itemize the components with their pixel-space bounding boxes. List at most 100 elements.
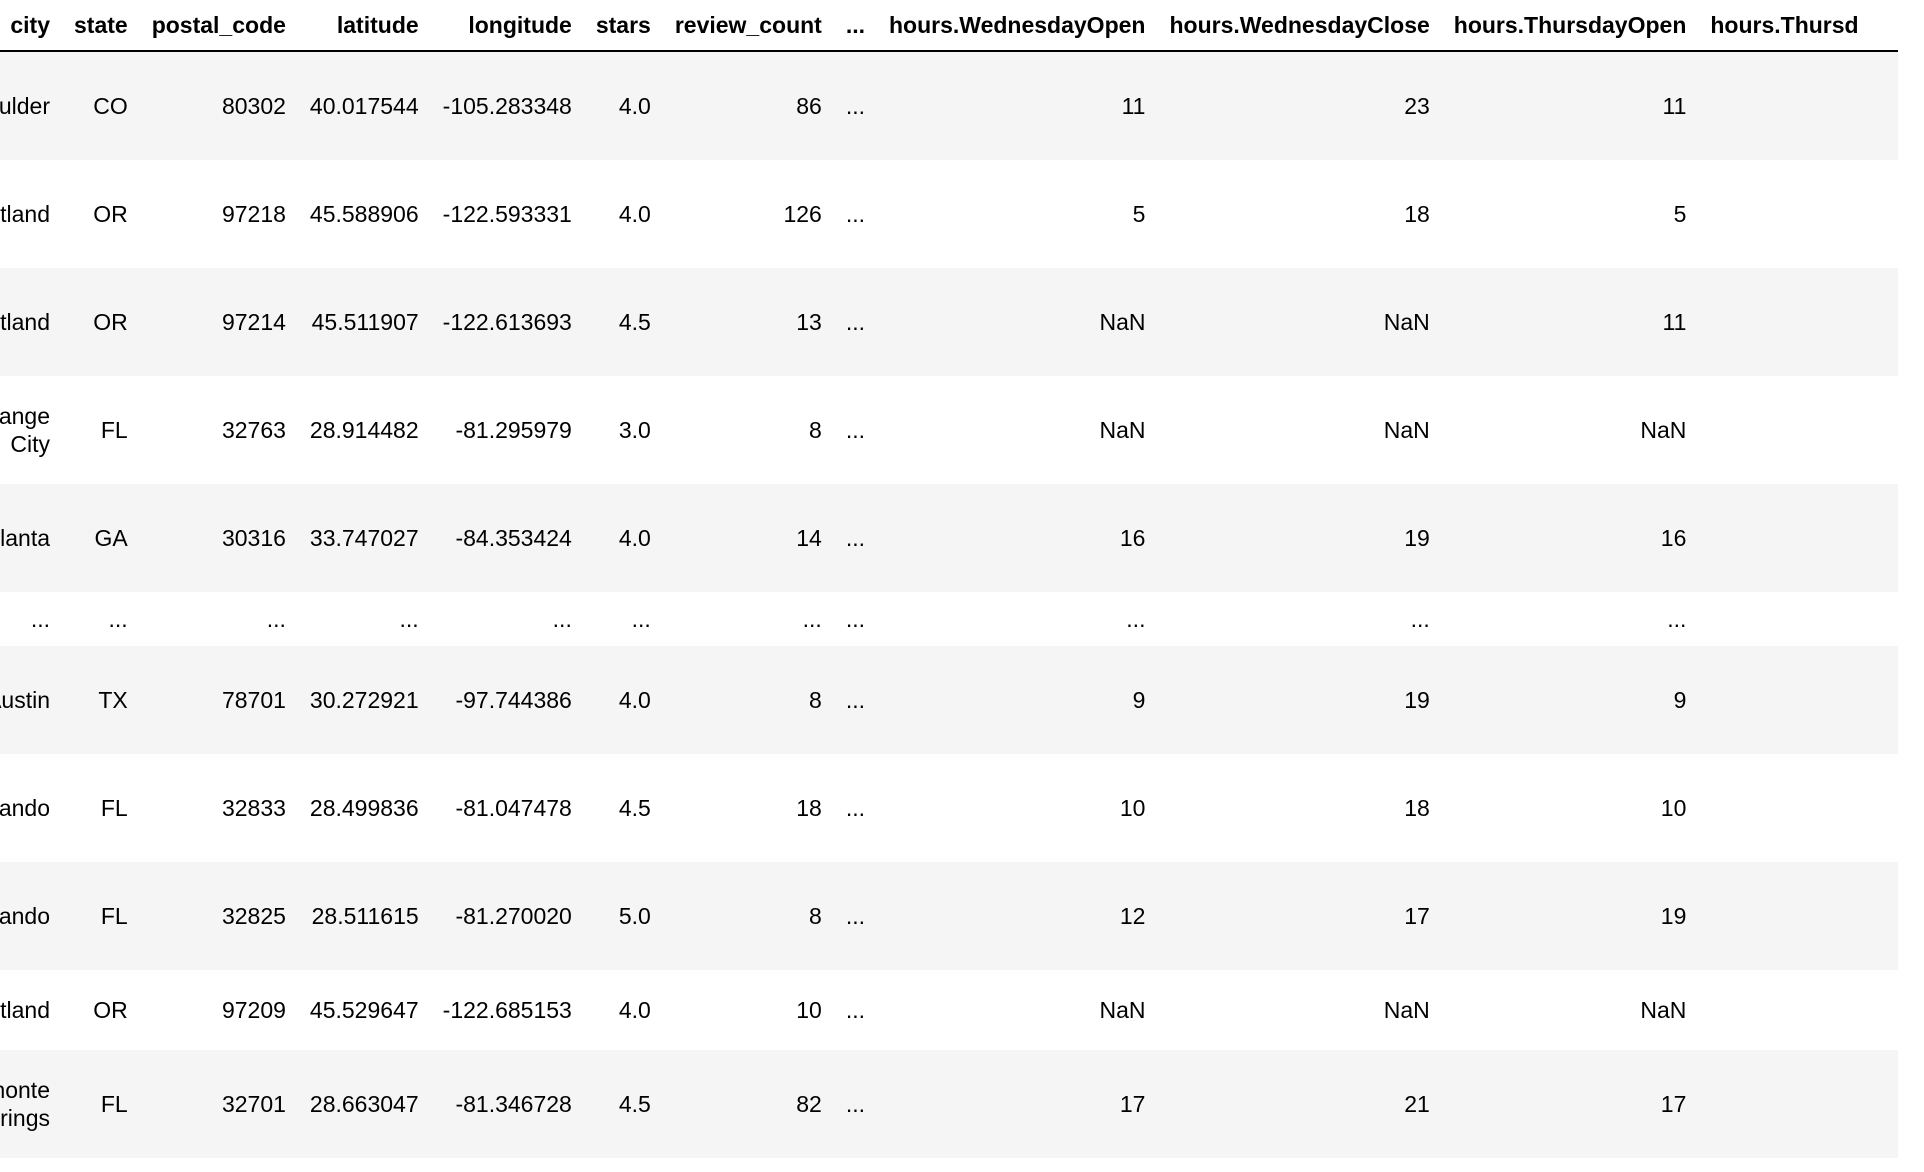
- table-row: rlando FL 32825 28.511615 -81.270020 5.0…: [0, 862, 1899, 970]
- cell-city: rtland: [0, 309, 50, 335]
- cell-longitude: -122.593331: [442, 201, 572, 227]
- cell-ellipsis: ...: [845, 525, 865, 551]
- cell-wednesday-open: 10: [1119, 795, 1146, 821]
- cell-ellipsis: ...: [845, 997, 865, 1023]
- cell-wednesday-close: NaN: [1383, 417, 1430, 443]
- table-row: monte prings FL 32701 28.663047 -81.3467…: [0, 1050, 1899, 1158]
- cell-state: TX: [98, 687, 128, 713]
- column-header-city: city: [0, 0, 62, 52]
- cell-postal-code: 97209: [221, 997, 286, 1023]
- cell-thursday-open: NaN: [1640, 997, 1687, 1023]
- cell-thursday-close: [1698, 268, 1898, 376]
- cell-latitude: 45.588906: [309, 201, 419, 227]
- cell-wednesday-open: ...: [1126, 606, 1146, 632]
- cell-postal-code: 78701: [221, 687, 286, 713]
- cell-thursday-open: 9: [1673, 687, 1687, 713]
- column-header-ellipsis: ...: [833, 0, 877, 52]
- table-row: tlanta GA 30316 33.747027 -84.353424 4.0…: [0, 484, 1899, 592]
- cell-ellipsis: ...: [845, 417, 865, 443]
- dataframe-table: city state postal_code latitude longitud…: [0, 0, 1899, 1158]
- cell-wednesday-open: NaN: [1099, 417, 1146, 443]
- dataframe-viewport[interactable]: city state postal_code latitude longitud…: [0, 0, 1924, 1172]
- column-header-review-count: review_count: [662, 0, 834, 52]
- cell-postal-code: 97218: [221, 201, 286, 227]
- cell-review-count: ...: [802, 606, 822, 632]
- cell-longitude: -97.744386: [455, 687, 572, 713]
- table-row: rtland OR 97214 45.511907 -122.613693 4.…: [0, 268, 1899, 376]
- cell-longitude: ...: [552, 606, 572, 632]
- cell-review-count: 8: [809, 687, 822, 713]
- cell-ellipsis: ...: [845, 93, 865, 119]
- cell-latitude: 30.272921: [309, 687, 419, 713]
- cell-latitude: 28.663047: [309, 1091, 419, 1117]
- table-header: city state postal_code latitude longitud…: [0, 0, 1899, 52]
- cell-state: FL: [100, 903, 128, 929]
- cell-state: FL: [100, 795, 128, 821]
- cell-ellipsis: ...: [845, 687, 865, 713]
- cell-stars: ...: [631, 606, 651, 632]
- cell-wednesday-close: 18: [1404, 795, 1430, 821]
- cell-postal-code: 80302: [221, 93, 286, 119]
- header-row: city state postal_code latitude longitud…: [0, 0, 1899, 52]
- table-body: oulder CO 80302 40.017544 -105.283348 4.…: [0, 51, 1899, 1158]
- cell-stars: 4.0: [618, 201, 651, 227]
- cell-review-count: 18: [796, 795, 822, 821]
- cell-ellipsis: ...: [845, 1091, 865, 1117]
- cell-ellipsis: ...: [845, 201, 865, 227]
- cell-thursday-open: NaN: [1640, 417, 1687, 443]
- cell-city: rlando: [0, 903, 50, 929]
- cell-latitude: 28.499836: [309, 795, 419, 821]
- cell-thursday-close: [1698, 862, 1898, 970]
- cell-state: OR: [93, 201, 128, 227]
- column-header-latitude: latitude: [297, 0, 431, 52]
- cell-wednesday-close: 17: [1404, 903, 1430, 929]
- column-header-thursday-open: hours.ThursdayOpen: [1441, 0, 1699, 52]
- cell-wednesday-open: 12: [1119, 903, 1146, 929]
- column-header-longitude: longitude: [430, 0, 584, 52]
- cell-city: rlando: [0, 795, 50, 821]
- cell-longitude: -84.353424: [455, 525, 572, 551]
- cell-stars: 4.5: [618, 795, 651, 821]
- cell-state: GA: [94, 525, 128, 551]
- cell-review-count: 13: [796, 309, 822, 335]
- cell-review-count: 126: [783, 201, 822, 227]
- cell-postal-code: 32833: [221, 795, 286, 821]
- cell-wednesday-close: 18: [1404, 201, 1430, 227]
- cell-thursday-close: [1698, 1050, 1898, 1158]
- cell-state: ...: [108, 606, 128, 632]
- cell-wednesday-open: 11: [1121, 93, 1146, 119]
- table-row: rtland OR 97218 45.588906 -122.593331 4.…: [0, 160, 1899, 268]
- cell-stars: 4.5: [618, 1091, 651, 1117]
- cell-wednesday-open: 5: [1132, 201, 1146, 227]
- cell-state: FL: [100, 417, 128, 443]
- cell-state: FL: [100, 1091, 128, 1117]
- cell-postal-code: 32825: [221, 903, 286, 929]
- cell-latitude: ...: [399, 606, 419, 632]
- cell-postal-code: 97214: [221, 309, 286, 335]
- cell-state: OR: [93, 997, 128, 1023]
- cell-wednesday-open: NaN: [1099, 309, 1146, 335]
- table-row-ellipsis: ... ... ... ... ... ... ... ... ... ... …: [0, 592, 1899, 646]
- cell-stars: 4.5: [618, 309, 651, 335]
- cell-wednesday-close: 21: [1404, 1091, 1430, 1117]
- cell-thursday-close: [1698, 376, 1898, 484]
- cell-review-count: 8: [809, 903, 822, 929]
- cell-thursday-close: [1698, 484, 1898, 592]
- cell-city: rtland: [0, 997, 50, 1023]
- cell-city: oulder: [0, 93, 50, 119]
- cell-wednesday-open: NaN: [1099, 997, 1146, 1023]
- cell-city: Austin: [0, 687, 50, 713]
- cell-city: rtland: [0, 201, 50, 227]
- cell-thursday-open: 5: [1673, 201, 1687, 227]
- cell-stars: 4.0: [618, 93, 651, 119]
- dataframe-output: city state postal_code latitude longitud…: [0, 0, 1899, 1158]
- cell-longitude: -81.346728: [455, 1091, 572, 1117]
- cell-thursday-open: 11: [1662, 309, 1687, 335]
- cell-wednesday-open: 9: [1132, 687, 1146, 713]
- cell-latitude: 45.529647: [309, 997, 419, 1023]
- table-row: Austin TX 78701 30.272921 -97.744386 4.0…: [0, 646, 1899, 754]
- cell-longitude: -81.047478: [455, 795, 572, 821]
- cell-thursday-close: [1698, 160, 1898, 268]
- cell-latitude: 28.914482: [309, 417, 419, 443]
- cell-ellipsis: ...: [845, 309, 865, 335]
